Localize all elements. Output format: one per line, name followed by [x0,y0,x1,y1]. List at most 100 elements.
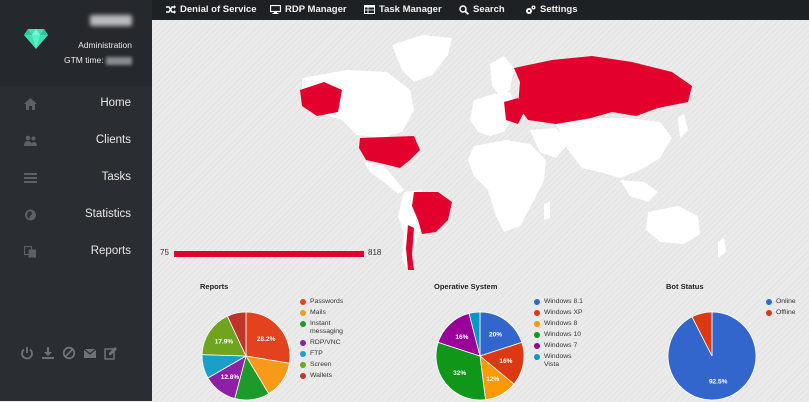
legend-dot [534,321,540,327]
gmt-value-redacted [106,56,132,65]
map-greenland [392,35,452,82]
envelope-icon[interactable] [83,346,97,360]
legend-dot [534,354,540,360]
sidebar-item-home[interactable]: Home [0,86,152,123]
copy-icon [24,246,36,258]
user-role: Administration [78,40,132,50]
power-icon[interactable] [20,346,34,360]
denial-of-service-button[interactable]: Denial of Service [166,4,257,15]
legend-item-windows-8-1: Windows 8.1 [534,298,584,306]
sidebar-item-reports[interactable]: Reports [0,234,152,271]
legend-dot [300,351,306,357]
brand-header: Administration GTM time: [0,0,152,86]
os-title: Operative System [434,282,498,291]
map-new-zealand [718,238,726,258]
table-icon [364,5,375,14]
legend-label: Passwords [310,298,344,305]
sidebar-item-label: Tasks [101,171,131,183]
legend-dot [300,362,306,368]
pie-slice-label: 12% [486,376,499,383]
legend-label: Windows 10 [544,331,582,338]
task-manager-button[interactable]: Task Manager [364,4,442,15]
search-button[interactable]: Search [459,4,505,15]
legend-dot [300,299,306,305]
legend-item-mails: Mails [300,309,350,317]
reports-title: Reports [200,282,229,291]
os-pie: 20% 16% 12% 32% 16% [435,311,525,401]
legend-item-rdp-vnc: RDP/VNC [300,339,350,347]
legend-label: Instant messaging [310,320,343,335]
legend-dot [300,310,306,316]
legend-label: Online [776,298,796,305]
legend-item-screen: Screen [300,361,350,369]
bot-status-title: Bot Status [666,282,704,291]
legend-dot [534,343,540,349]
pie-slice-label: 12.8% [221,374,240,381]
pie-slice-label: 16% [499,358,512,365]
username-redacted [90,15,132,26]
sidebar-footer-icons [20,346,118,360]
pie-slice-label: 17.9% [215,338,234,345]
sidebar-item-statistics[interactable]: Statistics [0,197,152,234]
pie-slice-label: 92.5% [709,379,728,386]
map-southeast-asia [620,180,658,202]
download-icon[interactable] [41,346,55,360]
map-japan [678,114,688,138]
shuffle-icon [166,5,176,14]
globe-icon [25,209,36,221]
legend-dot [534,310,540,316]
legend-item-instant-messaging: Instant messaging [300,320,350,336]
legend-label: Windows Vista [544,353,572,368]
settings-button[interactable]: Settings [525,4,577,15]
reports-legend: Passwords Mails Instant messaging RDP/VN… [300,298,350,380]
legend-label: Windows 7 [544,342,578,349]
legend-item-ftp: FTP [300,350,350,358]
map-russia [514,56,692,124]
legend-label: Wallets [310,372,333,379]
ban-icon[interactable] [62,346,76,360]
dashboard-main: 75 818 Reports 28.2% 12.8% 17.9% Passwords… [152,20,809,401]
users-icon [24,135,37,146]
sidebar-item-label: Statistics [84,208,131,220]
map-legend-min: 75 [160,248,169,257]
legend-dot [534,299,540,305]
gmt-label: GTM time: [63,55,104,65]
map-legend-gradient [174,251,364,257]
sidebar: Administration GTM time: Home Clients Ta… [0,0,152,401]
legend-label: Mails [310,309,326,316]
legend-item-windows-7: Windows 7 [534,342,584,350]
toolbar-label: Task Manager [379,4,442,15]
edit-icon[interactable] [104,346,118,360]
sidebar-item-clients[interactable]: Clients [0,123,152,160]
legend-dot [766,299,772,305]
legend-label: Windows 8.1 [544,298,583,305]
legend-dot [300,373,306,379]
sidebar-item-tasks[interactable]: Tasks [0,160,152,197]
toolbar-label: Denial of Service [180,4,257,15]
legend-item-windows-vista: Windows Vista [534,353,584,369]
os-legend: Windows 8.1 Windows XP Windows 8 Windows… [534,298,584,369]
sidebar-nav: Home Clients Tasks Statistics Reports [0,86,152,271]
map-asia [556,118,672,178]
diamond-logo-icon [24,29,48,49]
map-scandinavia [490,56,514,96]
legend-dot [300,321,306,327]
cogs-icon [526,5,536,14]
toolbar-label: Search [473,4,505,15]
map-africa [468,140,546,232]
bot-status-pie: 92.5% [667,311,757,401]
legend-item-wallets: Wallets [300,372,350,380]
rdp-manager-button[interactable]: RDP Manager [270,4,347,15]
home-icon [24,98,37,110]
top-toolbar: Denial of Service RDP Manager Task Manag… [152,0,809,20]
reports-pie: 28.2% 12.8% 17.9% [201,311,291,401]
legend-label: Windows 8 [544,320,578,327]
legend-label: RDP/VNC [310,339,341,346]
pie-slice-label: 20% [489,332,502,339]
gmt-time: GTM time: [64,55,132,65]
legend-dot [766,310,772,316]
legend-label: Offline [776,309,796,316]
legend-item-offline: Offline [766,309,796,317]
map-madagascar [544,202,550,220]
world-map [300,35,726,270]
